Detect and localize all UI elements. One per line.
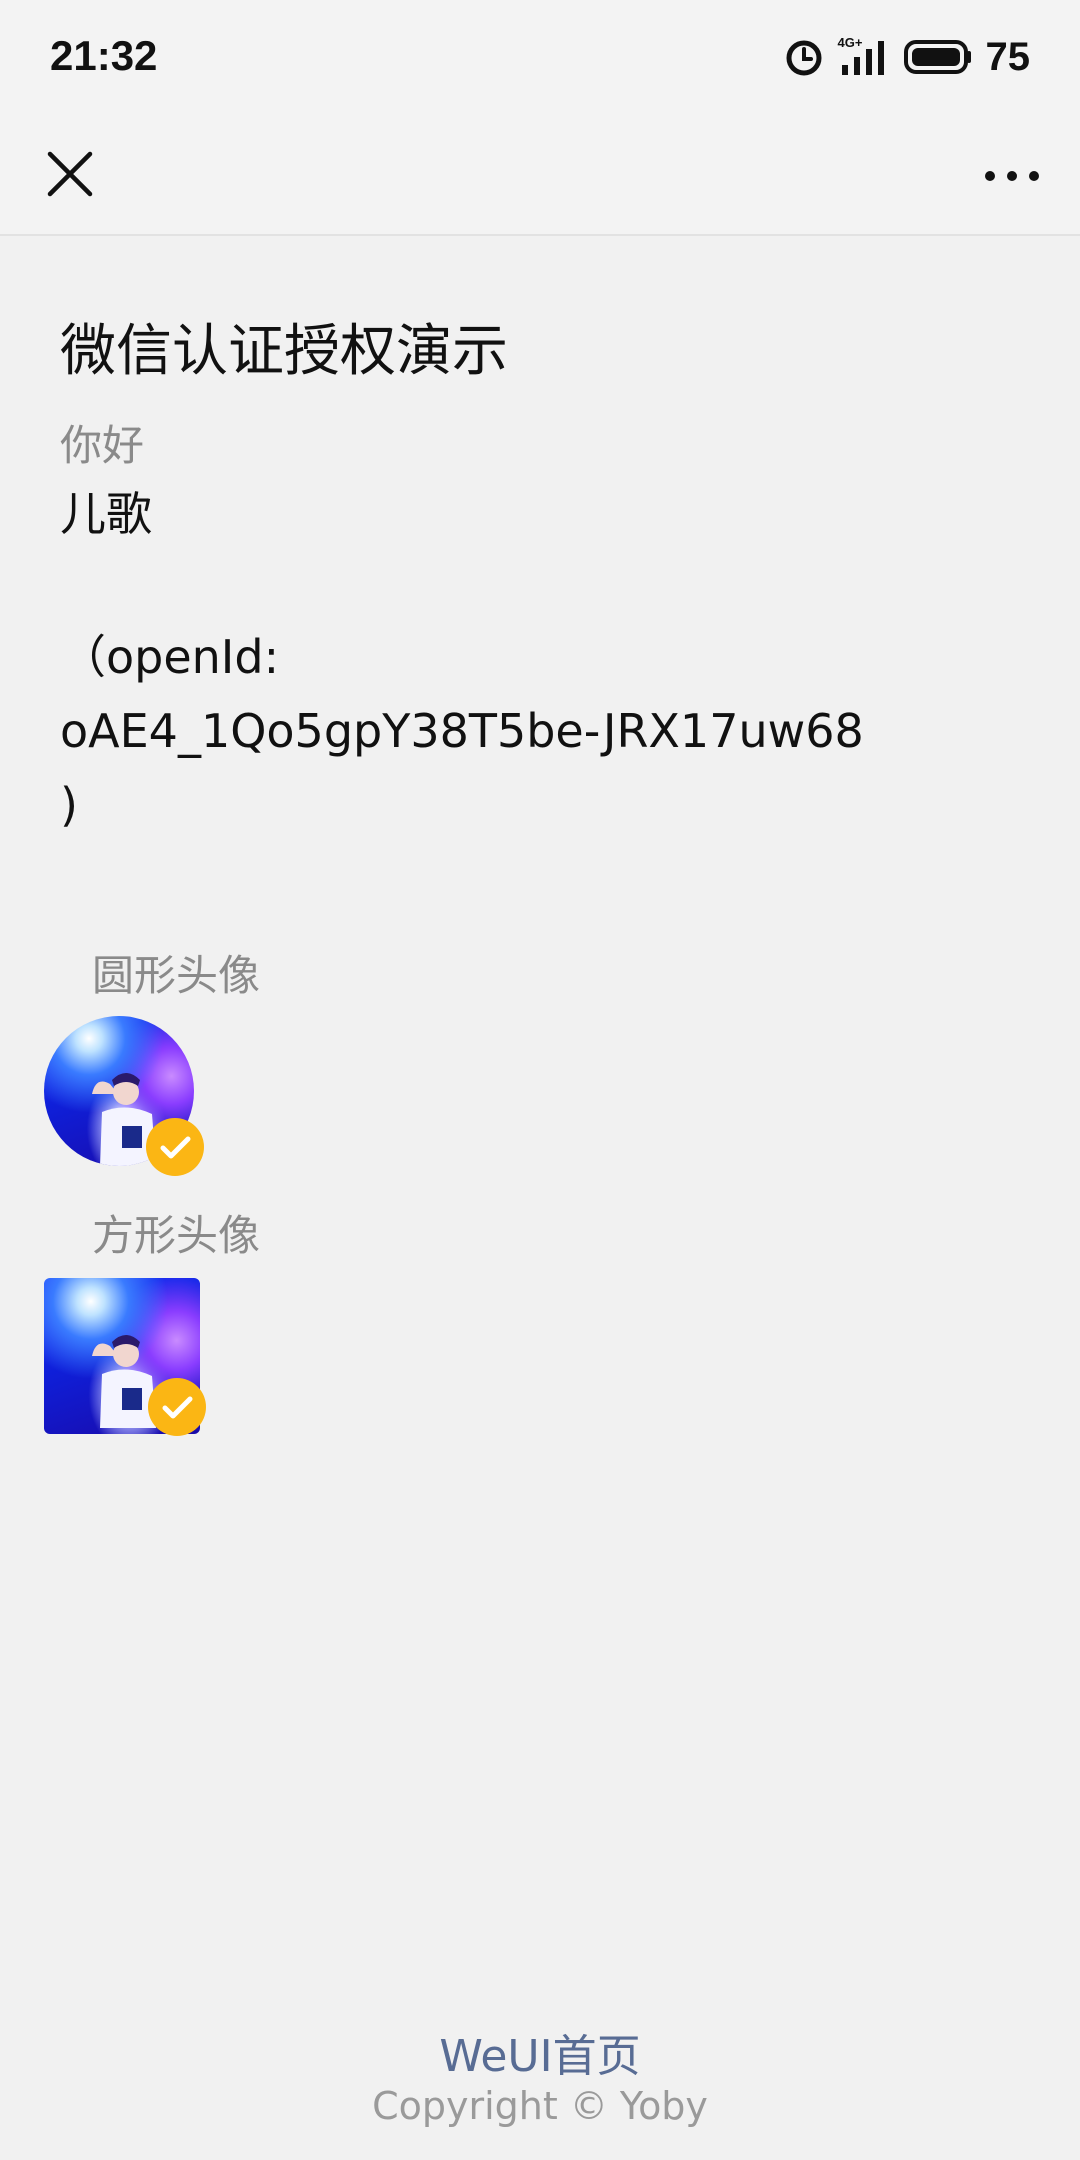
- openid-value: oAE4_1Qo5gpY38T5be-JRX17uw68: [60, 704, 864, 758]
- alarm-clock-icon: [786, 40, 821, 76]
- close-button[interactable]: [34, 138, 106, 210]
- openid-text: （openId: oAE4_1Qo5gpY38T5be-JRX17uw68 ): [60, 620, 960, 842]
- status-icons: 4G+ 75: [784, 32, 1031, 82]
- copyright-text: Copyright © Yoby: [372, 2084, 708, 2128]
- square-avatar: [44, 1278, 206, 1438]
- nav-bar: [0, 112, 1080, 236]
- battery-icon: [903, 40, 971, 74]
- user-nickname: 儿歌: [60, 487, 152, 541]
- more-options-button[interactable]: [972, 138, 1052, 210]
- battery-level: 75: [985, 34, 1031, 79]
- round-avatar: [44, 1016, 204, 1176]
- status-time: 21:32: [50, 32, 158, 79]
- greeting-text: 你好: [60, 421, 145, 470]
- screen: 21:32 4G+ 75 微信认证授权演示 你好 儿歌 （openId: oAE…: [0, 0, 1080, 2160]
- close-icon: [47, 151, 93, 197]
- more-dots-icon: [985, 171, 1039, 181]
- round-avatar-label: 圆形头像: [92, 951, 261, 1000]
- weui-home-link[interactable]: WeUI首页: [0, 2020, 1080, 2084]
- square-avatar-label: 方形头像: [92, 1211, 261, 1260]
- check-icon: [162, 1396, 193, 1419]
- openid-prefix: （openId:: [60, 630, 280, 684]
- status-bar: 21:32 4G+ 75: [0, 0, 1080, 112]
- check-icon: [160, 1136, 191, 1159]
- openid-suffix: ): [60, 778, 78, 832]
- page-title: 微信认证授权演示: [60, 319, 508, 384]
- verified-badge: [148, 1378, 206, 1436]
- verified-badge: [146, 1118, 204, 1176]
- cell-signal-icon: 4G+: [838, 35, 890, 77]
